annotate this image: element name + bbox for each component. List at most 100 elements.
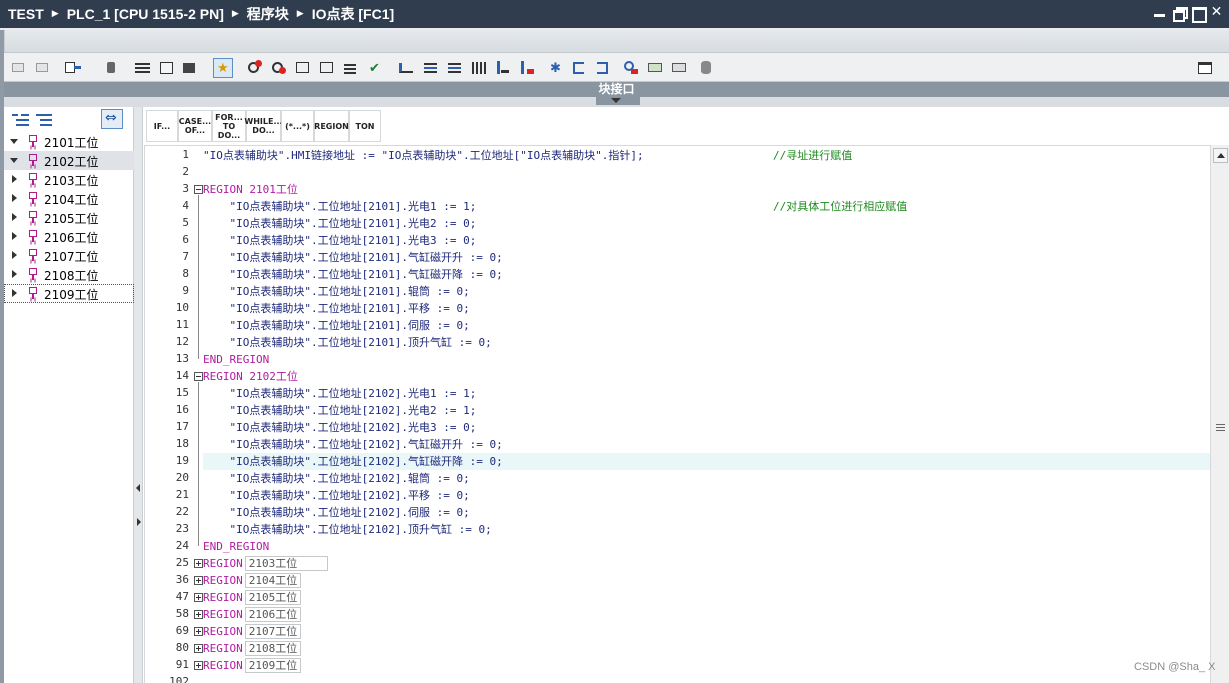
- collapse-left-icon[interactable]: [136, 484, 140, 492]
- pane-splitter[interactable]: [134, 107, 143, 683]
- collapsed-region-label[interactable]: 2107工位: [244, 624, 302, 639]
- collapsed-region-label[interactable]: 2108工位: [244, 641, 302, 656]
- indent-right-icon[interactable]: [422, 59, 440, 77]
- compile-icon[interactable]: ✔: [366, 59, 384, 77]
- code-line[interactable]: "IO点表辅助块".工位地址[2102].顶升气缸 := 0;: [203, 521, 491, 538]
- scroll-up-button[interactable]: [1213, 148, 1228, 163]
- insert-network-icon[interactable]: [10, 59, 28, 77]
- maximize-icon[interactable]: [1191, 6, 1207, 23]
- show-lines-icon[interactable]: [134, 59, 152, 77]
- indent-left-icon[interactable]: [446, 59, 464, 77]
- code-line[interactable]: REGION 2105工位: [203, 589, 302, 606]
- chevron-right-icon[interactable]: [12, 194, 17, 202]
- code-line[interactable]: "IO点表辅助块".工位地址[2102].伺服 := 0;: [203, 504, 469, 521]
- indent-icon[interactable]: [158, 59, 176, 77]
- code-line[interactable]: "IO点表辅助块".工位地址[2101].伺服 := 0;: [203, 317, 469, 334]
- tree-item-2109[interactable]: 2109工位: [4, 284, 134, 303]
- tree-item-2101[interactable]: 2101工位: [4, 132, 134, 151]
- close-icon[interactable]: ✕: [1210, 5, 1223, 19]
- show-all-icon[interactable]: ✱: [546, 59, 564, 77]
- breadcrumb-program-blocks[interactable]: 程序块: [247, 4, 289, 24]
- breadcrumb-project[interactable]: TEST: [8, 6, 44, 22]
- chevron-right-icon[interactable]: [12, 175, 17, 183]
- interface-toggle-tab[interactable]: [596, 97, 640, 105]
- remove-breakpoint-icon[interactable]: [270, 59, 288, 77]
- expand-region-icon[interactable]: [194, 627, 203, 636]
- code-line[interactable]: REGION 2104工位: [203, 572, 302, 589]
- expand-region-icon[interactable]: [194, 559, 203, 568]
- collapsed-region-label[interactable]: 2109工位: [244, 658, 302, 673]
- chevron-right-icon[interactable]: [12, 251, 17, 259]
- tree-item-2103[interactable]: 2103工位: [4, 170, 134, 189]
- tree-item-2108[interactable]: 2108工位: [4, 265, 134, 284]
- code-line[interactable]: REGION 2108工位: [203, 640, 302, 657]
- code-line[interactable]: REGION 2107工位: [203, 623, 302, 640]
- plc-tag-icon[interactable]: [104, 59, 122, 77]
- code-line[interactable]: "IO点表辅助块".工位地址[2101].气缸磁开升 := 0;: [203, 249, 502, 266]
- tree-item-2102[interactable]: 2102工位: [4, 151, 134, 170]
- code-line[interactable]: "IO点表辅助块".HMI链接地址 := "IO点表辅助块".工位地址["IO点…: [203, 147, 852, 164]
- expand-region-icon[interactable]: [194, 610, 203, 619]
- expand-tree-icon[interactable]: [12, 111, 30, 127]
- instr-while-button[interactable]: WHILE... DO...: [244, 110, 283, 142]
- code-line[interactable]: "IO点表辅助块".工位地址[2101].顶升气缸 := 0;: [203, 334, 491, 351]
- code-line[interactable]: "IO点表辅助块".工位地址[2102].气缸磁开升 := 0;: [203, 436, 502, 453]
- code-line[interactable]: END_REGION: [203, 538, 269, 555]
- code-line[interactable]: "IO点表辅助块".工位地址[2101].气缸磁开降 := 0;: [203, 266, 502, 283]
- expand-right-icon[interactable]: [137, 518, 141, 526]
- chevron-right-icon[interactable]: [12, 270, 17, 278]
- toggle-panel-icon[interactable]: [1196, 59, 1214, 77]
- instr-if-button[interactable]: IF...: [146, 110, 178, 142]
- delete-network-icon[interactable]: [34, 59, 52, 77]
- favorites-icon[interactable]: ★: [213, 58, 233, 78]
- vertical-scrollbar[interactable]: [1210, 145, 1229, 683]
- code-line[interactable]: REGION 2109工位: [203, 657, 302, 674]
- code-line[interactable]: REGION 2101工位: [203, 181, 298, 198]
- minimize-icon[interactable]: [1153, 6, 1166, 19]
- monitor-icon[interactable]: [646, 59, 664, 77]
- tree-item-2104[interactable]: 2104工位: [4, 189, 134, 208]
- go-to-icon[interactable]: [398, 59, 416, 77]
- float-window-icon[interactable]: [1172, 6, 1188, 22]
- line-numbers-icon[interactable]: [470, 59, 488, 77]
- add-breakpoint-icon[interactable]: [246, 59, 264, 77]
- code-line[interactable]: "IO点表辅助块".工位地址[2102].辊筒 := 0;: [203, 470, 469, 487]
- code-line[interactable]: REGION 2106工位: [203, 606, 302, 623]
- code-line[interactable]: "IO点表辅助块".工位地址[2102].光电3 := 0;: [203, 419, 476, 436]
- instr-for-button[interactable]: FOR... TO DO...: [212, 110, 246, 142]
- code-line[interactable]: "IO点表辅助块".工位地址[2102].平移 := 0;: [203, 487, 469, 504]
- next-bookmark-icon[interactable]: [518, 59, 536, 77]
- collapsed-region-label[interactable]: 2105工位: [244, 590, 302, 605]
- block-interface-bar[interactable]: 块接口: [4, 82, 1229, 97]
- scroll-grip-icon[interactable]: [1216, 424, 1225, 431]
- code-line[interactable]: "IO点表辅助块".工位地址[2102].气缸磁开降 := 0;: [203, 453, 1211, 470]
- collapsed-region-label[interactable]: 2106工位: [244, 607, 302, 622]
- code-line[interactable]: REGION 2102工位: [203, 368, 298, 385]
- expand-region-icon[interactable]: [194, 593, 203, 602]
- chevron-down-icon[interactable]: [10, 139, 18, 144]
- code-line[interactable]: "IO点表辅助块".工位地址[2101].光电3 := 0;: [203, 232, 476, 249]
- monitor-off-icon[interactable]: [670, 59, 688, 77]
- interface-arrow-icon[interactable]: [64, 59, 82, 77]
- code-line[interactable]: "IO点表辅助块".工位地址[2101].辊筒 := 0;: [203, 283, 469, 300]
- instr-case-button[interactable]: CASE... OF...: [178, 110, 212, 142]
- tree-item-2105[interactable]: 2105工位: [4, 208, 134, 227]
- code-line[interactable]: REGION 2103工位: [203, 555, 329, 572]
- chevron-down-icon[interactable]: [10, 158, 18, 163]
- download-icon[interactable]: [182, 59, 200, 77]
- code-line[interactable]: "IO点表辅助块".工位地址[2102].光电2 := 1;: [203, 402, 476, 419]
- collapse-tree-icon[interactable]: [36, 111, 54, 127]
- sync-view-button[interactable]: [101, 109, 123, 129]
- cross-reference-icon[interactable]: [622, 59, 640, 77]
- expand-region-icon[interactable]: [194, 576, 203, 585]
- uncomment-icon[interactable]: [318, 59, 336, 77]
- collapsed-region-label[interactable]: 2103工位: [244, 556, 329, 571]
- code-line[interactable]: "IO点表辅助块".工位地址[2101].光电1 := 1; //对具体工位进行相…: [203, 198, 907, 215]
- code-editor[interactable]: 1 2 3 4 5 6 7 8 9 10 11 12 13 14 15 16 17 18 19 20 21 22 23 24 2…: [144, 145, 1211, 683]
- instr-comment-button[interactable]: (*...*): [281, 110, 314, 142]
- collapse-region-icon[interactable]: [194, 185, 203, 194]
- tree-item-2107[interactable]: 2107工位: [4, 246, 134, 265]
- code-line[interactable]: "IO点表辅助块".工位地址[2101].平移 := 0;: [203, 300, 469, 317]
- bookmark-icon[interactable]: [494, 59, 512, 77]
- expand-all-icon[interactable]: [594, 59, 612, 77]
